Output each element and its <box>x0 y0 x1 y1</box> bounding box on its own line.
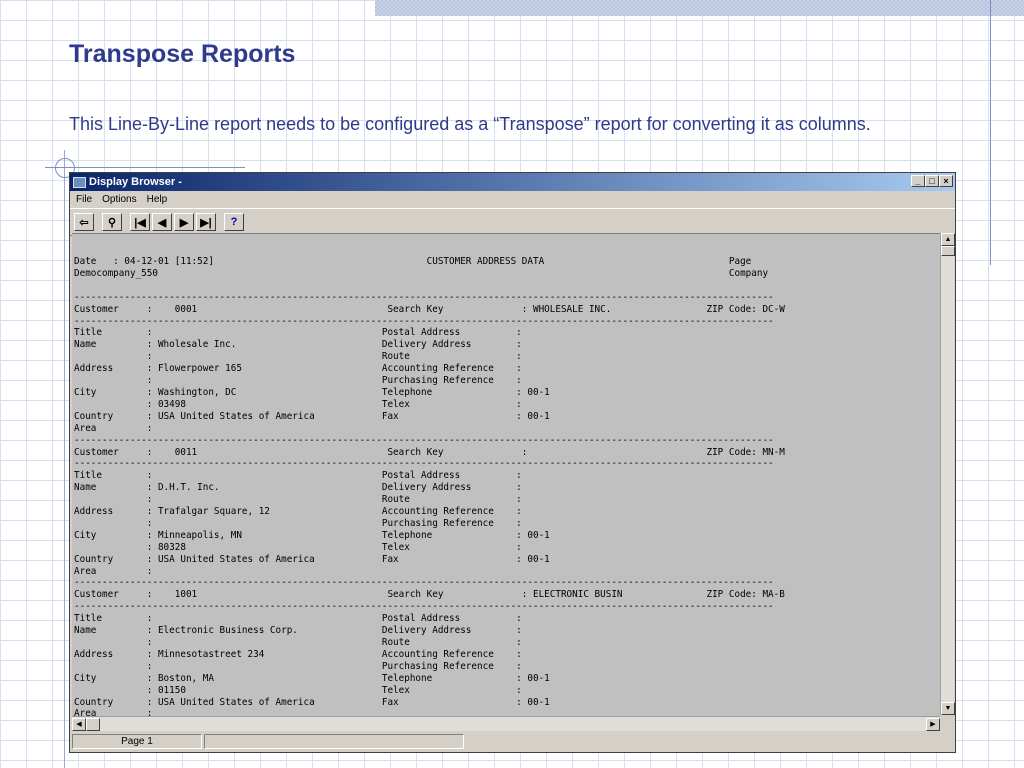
first-page-icon[interactable]: |◀ <box>130 213 150 231</box>
prev-page-icon[interactable]: ◀ <box>152 213 172 231</box>
report-line: : 80328 Telex : <box>74 541 522 553</box>
report-line: Address : Minnesotastreet 234 Accounting… <box>74 648 522 660</box>
decorative-line <box>64 150 65 768</box>
report-line: City : Boston, MA Telephone : 00-1 <box>74 672 550 684</box>
report-line: : Route : <box>74 494 522 506</box>
status-message <box>204 733 464 749</box>
scroll-up-icon[interactable]: ▲ <box>941 233 955 246</box>
slide-title: Transpose Reports <box>69 40 296 68</box>
report-line: Country : USA United States of America F… <box>74 553 550 565</box>
scroll-thumb[interactable] <box>941 246 955 256</box>
report-line: Area : <box>74 422 153 434</box>
report-line: Area : <box>74 565 153 577</box>
report-line: : Route : <box>74 351 522 363</box>
report-line: Title : Postal Address : <box>74 470 522 482</box>
toolbar: ⇦ ⚲ |◀ ◀ ▶ ▶| ? <box>70 208 955 236</box>
report-line: Country : USA United States of America F… <box>74 696 550 708</box>
scroll-left-icon[interactable]: ◀ <box>72 717 86 731</box>
report-line: City : Minneapolis, MN Telephone : 00-1 <box>74 529 550 541</box>
report-line: Name : Electronic Business Corp. Deliver… <box>74 625 522 637</box>
report-line: Democompany_550 Company <box>74 267 769 279</box>
report-line: Date : 04-12-01 [11:52] CUSTOMER ADDRESS… <box>74 256 752 267</box>
report-line: : 01150 Telex : <box>74 684 522 696</box>
report-line: : Route : <box>74 637 522 648</box>
report-viewport: Date : 04-12-01 [11:52] CUSTOMER ADDRESS… <box>72 233 940 716</box>
horizontal-scrollbar[interactable]: ◀ ▶ <box>72 716 940 731</box>
report-line: Address : Trafalgar Square, 12 Accountin… <box>74 506 522 518</box>
report-line: City : Washington, DC Telephone : 00-1 <box>74 386 550 398</box>
report-line: Address : Flowerpower 165 Accounting Ref… <box>74 363 522 375</box>
report-line: Customer : 0001 Search Key : WHOLESALE I… <box>74 303 785 315</box>
report-line: : Purchasing Reference : <box>74 375 522 387</box>
next-page-icon[interactable]: ▶ <box>174 213 194 231</box>
statusbar: Page 1 <box>72 732 952 750</box>
report-line: Customer : 1001 Search Key : ELECTRONIC … <box>74 589 785 601</box>
menu-file[interactable]: File <box>76 194 92 205</box>
report-line: ----------------------------------------… <box>74 601 774 613</box>
report-line: Title : Postal Address : <box>74 613 522 625</box>
report-line: ----------------------------------------… <box>74 458 774 470</box>
report-line: Area : <box>74 708 153 716</box>
window-controls: _ □ × <box>911 175 953 187</box>
report-line: Name : Wholesale Inc. Delivery Address : <box>74 339 522 351</box>
report-line: Customer : 0011 Search Key : ZIP Code: M… <box>74 446 785 458</box>
report-line: Name : D.H.T. Inc. Delivery Address : <box>74 482 522 494</box>
last-page-icon[interactable]: ▶| <box>196 213 216 231</box>
maximize-button[interactable]: □ <box>925 175 939 187</box>
app-icon <box>73 176 86 188</box>
window-titlebar[interactable]: Display Browser - _ □ × <box>70 173 955 191</box>
help-icon[interactable]: ? <box>224 213 244 231</box>
exit-icon[interactable]: ⇦ <box>74 213 94 231</box>
report-line: Country : USA United States of America F… <box>74 410 550 422</box>
scroll-down-icon[interactable]: ▼ <box>941 702 955 715</box>
report-line: : Purchasing Reference : <box>74 660 522 672</box>
status-page: Page 1 <box>72 733 202 749</box>
display-browser-window: Display Browser - _ □ × File Options Hel… <box>69 172 956 753</box>
report-line: ----------------------------------------… <box>74 315 774 327</box>
menu-options[interactable]: Options <box>102 194 136 205</box>
close-button[interactable]: × <box>939 175 953 187</box>
slide-header-band <box>375 0 1024 16</box>
report-line: ----------------------------------------… <box>74 434 774 446</box>
scroll-thumb[interactable] <box>86 717 100 731</box>
vertical-scrollbar[interactable]: ▲ ▼ <box>940 233 955 715</box>
report-line: ----------------------------------------… <box>74 577 774 589</box>
report-text: Date : 04-12-01 [11:52] CUSTOMER ADDRESS… <box>72 234 940 716</box>
report-line: : 03498 Telex : <box>74 398 522 410</box>
window-title: Display Browser - <box>89 176 182 188</box>
binoculars-icon[interactable]: ⚲ <box>102 213 122 231</box>
decorative-line <box>45 167 245 168</box>
scroll-right-icon[interactable]: ▶ <box>926 717 940 731</box>
report-line: : Purchasing Reference : <box>74 517 522 529</box>
menu-help[interactable]: Help <box>147 194 168 205</box>
report-line: ----------------------------------------… <box>74 291 774 303</box>
minimize-button[interactable]: _ <box>911 175 925 187</box>
report-line: Title : Postal Address : <box>74 327 522 339</box>
decorative-line <box>990 0 991 265</box>
slide-subtitle: This Line-By-Line report needs to be con… <box>69 114 871 134</box>
menubar: File Options Help <box>70 191 955 208</box>
